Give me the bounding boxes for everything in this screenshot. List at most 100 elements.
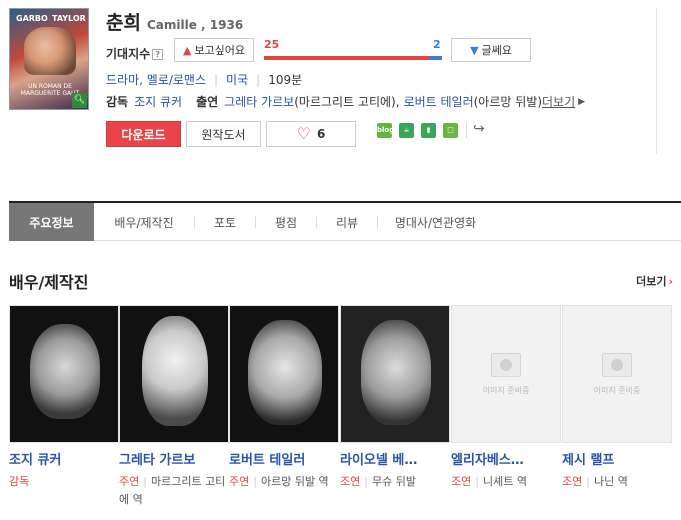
cast-card[interactable]: 조지 큐커 감독 (9, 305, 119, 491)
no-image-text: 이미지 준비중 (593, 385, 641, 395)
cast-card[interactable]: 이미지 준비중 엘리자베스… 조연 | 니셰트 역 (451, 305, 561, 491)
cast-name[interactable]: 라이오넬 베… (340, 449, 450, 468)
heart-icon: ♡ (296, 124, 311, 143)
cast-photo-placeholder[interactable]: 이미지 준비중 (562, 305, 672, 443)
cast-name[interactable]: 그레타 가르보 (119, 449, 229, 468)
comma: , (395, 94, 400, 109)
director-link[interactable]: 조지 큐커 (134, 93, 182, 110)
cast-role-taylor: (아르망 뒤발) (473, 95, 543, 109)
credits-more-link[interactable]: 더보기 (542, 93, 575, 110)
poster-artwork (24, 27, 76, 75)
thumbs-up-icon: ▲ (182, 43, 192, 57)
cast-role-line: 감독 (9, 473, 119, 491)
expectation-bar-fill (264, 56, 430, 60)
cast-card[interactable]: 라이오넬 베… 조연 | 무슈 뒤발 (340, 305, 450, 491)
divider (656, 8, 657, 154)
movie-poster[interactable]: GARBO TAYLOR UN ROMAN DE MARGUERITE GAUT… (9, 8, 89, 110)
not-sure-label: 글쎄요 (481, 44, 512, 57)
cast-role-line: 조연 | 나닌 역 (562, 475, 628, 488)
cast-role: 조연 (340, 475, 361, 488)
help-icon[interactable]: ? (152, 49, 164, 60)
section-more-label: 더보기 (636, 275, 667, 288)
runtime: 109분 (268, 73, 303, 87)
cast-photo[interactable] (9, 305, 119, 443)
zoom-icon[interactable]: 🔍︎ (72, 93, 87, 108)
meh-count: 2 (433, 38, 441, 51)
cast-photo[interactable] (119, 305, 229, 443)
no-image-icon (491, 352, 521, 377)
expectation-label-text: 기대지수 (106, 47, 151, 61)
divider: | (256, 72, 261, 87)
cast-photo[interactable] (229, 305, 339, 443)
cast-character: 아르망 뒤발 역 (260, 475, 329, 488)
poster-subtitle: UN ROMAN DE MARGUERITE GAUT (20, 83, 80, 97)
tab-main-info[interactable]: 주요정보 (9, 203, 94, 241)
want-count: 25 (264, 38, 280, 51)
cast-role: 조연 (562, 475, 583, 488)
bookmark-share-icon[interactable]: ▮ (421, 123, 436, 138)
cast-photo[interactable] (340, 305, 450, 443)
like-button[interactable]: ♡ 6 (266, 121, 356, 147)
no-image-text: 이미지 준비중 (482, 385, 530, 395)
expectation-label: 기대지수? (106, 45, 164, 62)
cast-role-line: 조연 | 니셰트 역 (451, 475, 527, 488)
cast-link-taylor[interactable]: 로버트 테일러 (404, 93, 474, 110)
download-button[interactable]: 다운로드 (106, 121, 181, 147)
tab-cast-crew[interactable]: 배우/제작진 (94, 203, 194, 241)
cast-role-line: 주연 | 아르망 뒤발 역 (229, 475, 329, 488)
cast-card[interactable]: 이미지 준비중 제시 랠프 조연 | 나닌 역 (562, 305, 672, 491)
want-to-see-button[interactable]: ▲ 보고싶어요 (174, 38, 254, 62)
cast-name[interactable]: 조지 큐커 (9, 449, 119, 468)
original-book-button[interactable]: 원작도서 (186, 121, 261, 147)
poster-text-garbo: GARBO (16, 14, 48, 23)
cast-role: 조연 (451, 475, 472, 488)
cast-role: 감독 (9, 475, 30, 488)
blog-share-icon[interactable]: blog (377, 123, 394, 138)
divider: | (214, 72, 219, 87)
content-tabs: 주요정보 배우/제작진 포토 평점 리뷰 명대사/연관영화 (9, 201, 681, 241)
cast-character: 무슈 뒤발 (371, 475, 416, 488)
credits-row: 감독 조지 큐커 출연 그레타 가르보 (마르그리트 고티에), 로버트 테일러… (106, 93, 585, 110)
tab-quotes-related[interactable]: 명대사/연관영화 (378, 203, 493, 241)
cast-name[interactable]: 엘리자베스… (451, 449, 561, 468)
cast-name[interactable]: 로버트 테일러 (229, 449, 339, 468)
no-image-icon (602, 352, 632, 377)
cast-character: 나닌 역 (593, 475, 628, 488)
chevron-right-icon: › (668, 275, 673, 288)
cast-role-line: 주연 | 마르그리트 고티에 역 (119, 475, 226, 506)
genre-link[interactable]: 드라마, 멜로/로맨스 (106, 71, 206, 88)
cast-card[interactable]: 그레타 가르보 주연 | 마르그리트 고티에 역 (119, 305, 229, 509)
cast-role: 주연 (229, 475, 250, 488)
like-count: 6 (316, 127, 326, 141)
tab-review[interactable]: 리뷰 (317, 203, 377, 241)
director-label: 감독 (106, 95, 129, 109)
cast-role-garbo: (마르그리트 고티에) (294, 95, 396, 109)
movie-original-title: Camille , 1936 (146, 18, 244, 32)
movie-meta: 드라마, 멜로/로맨스 | 미국 | 109분 (106, 71, 302, 88)
want-to-see-label: 보고싶어요 (194, 44, 246, 57)
country-link[interactable]: 미국 (226, 71, 248, 88)
share-icon[interactable]: ↪ (473, 121, 485, 137)
section-more-link[interactable]: 더보기 › (636, 273, 673, 289)
cast-character: 니셰트 역 (482, 475, 527, 488)
cafe-share-icon[interactable]: ☕ (399, 123, 414, 138)
not-sure-button[interactable]: ▼ 글쎄요 (451, 38, 531, 62)
tab-rating[interactable]: 평점 (256, 203, 316, 241)
section-title: 배우/제작진 (9, 273, 89, 292)
cast-card[interactable]: 로버트 테일러 주연 | 아르망 뒤발 역 (229, 305, 339, 491)
cast-photo-placeholder[interactable]: 이미지 준비중 (451, 305, 561, 443)
movie-title-row: 춘희 Camille , 1936 (106, 8, 243, 35)
tab-photo[interactable]: 포토 (195, 203, 255, 241)
cast-label: 출연 (196, 95, 219, 109)
thumbs-down-icon: ▼ (470, 43, 479, 57)
memo-share-icon[interactable]: □ (443, 123, 458, 138)
cast-role: 주연 (119, 475, 140, 488)
expectation-bar (264, 56, 442, 60)
poster-text-taylor: TAYLOR (52, 14, 86, 23)
movie-title: 춘희 (106, 12, 141, 34)
cast-name[interactable]: 제시 랠프 (562, 449, 672, 468)
chevron-right-icon: ▶ (578, 96, 586, 107)
cast-link-garbo[interactable]: 그레타 가르보 (224, 93, 294, 110)
cast-role-line: 조연 | 무슈 뒤발 (340, 475, 416, 488)
divider (466, 123, 467, 138)
